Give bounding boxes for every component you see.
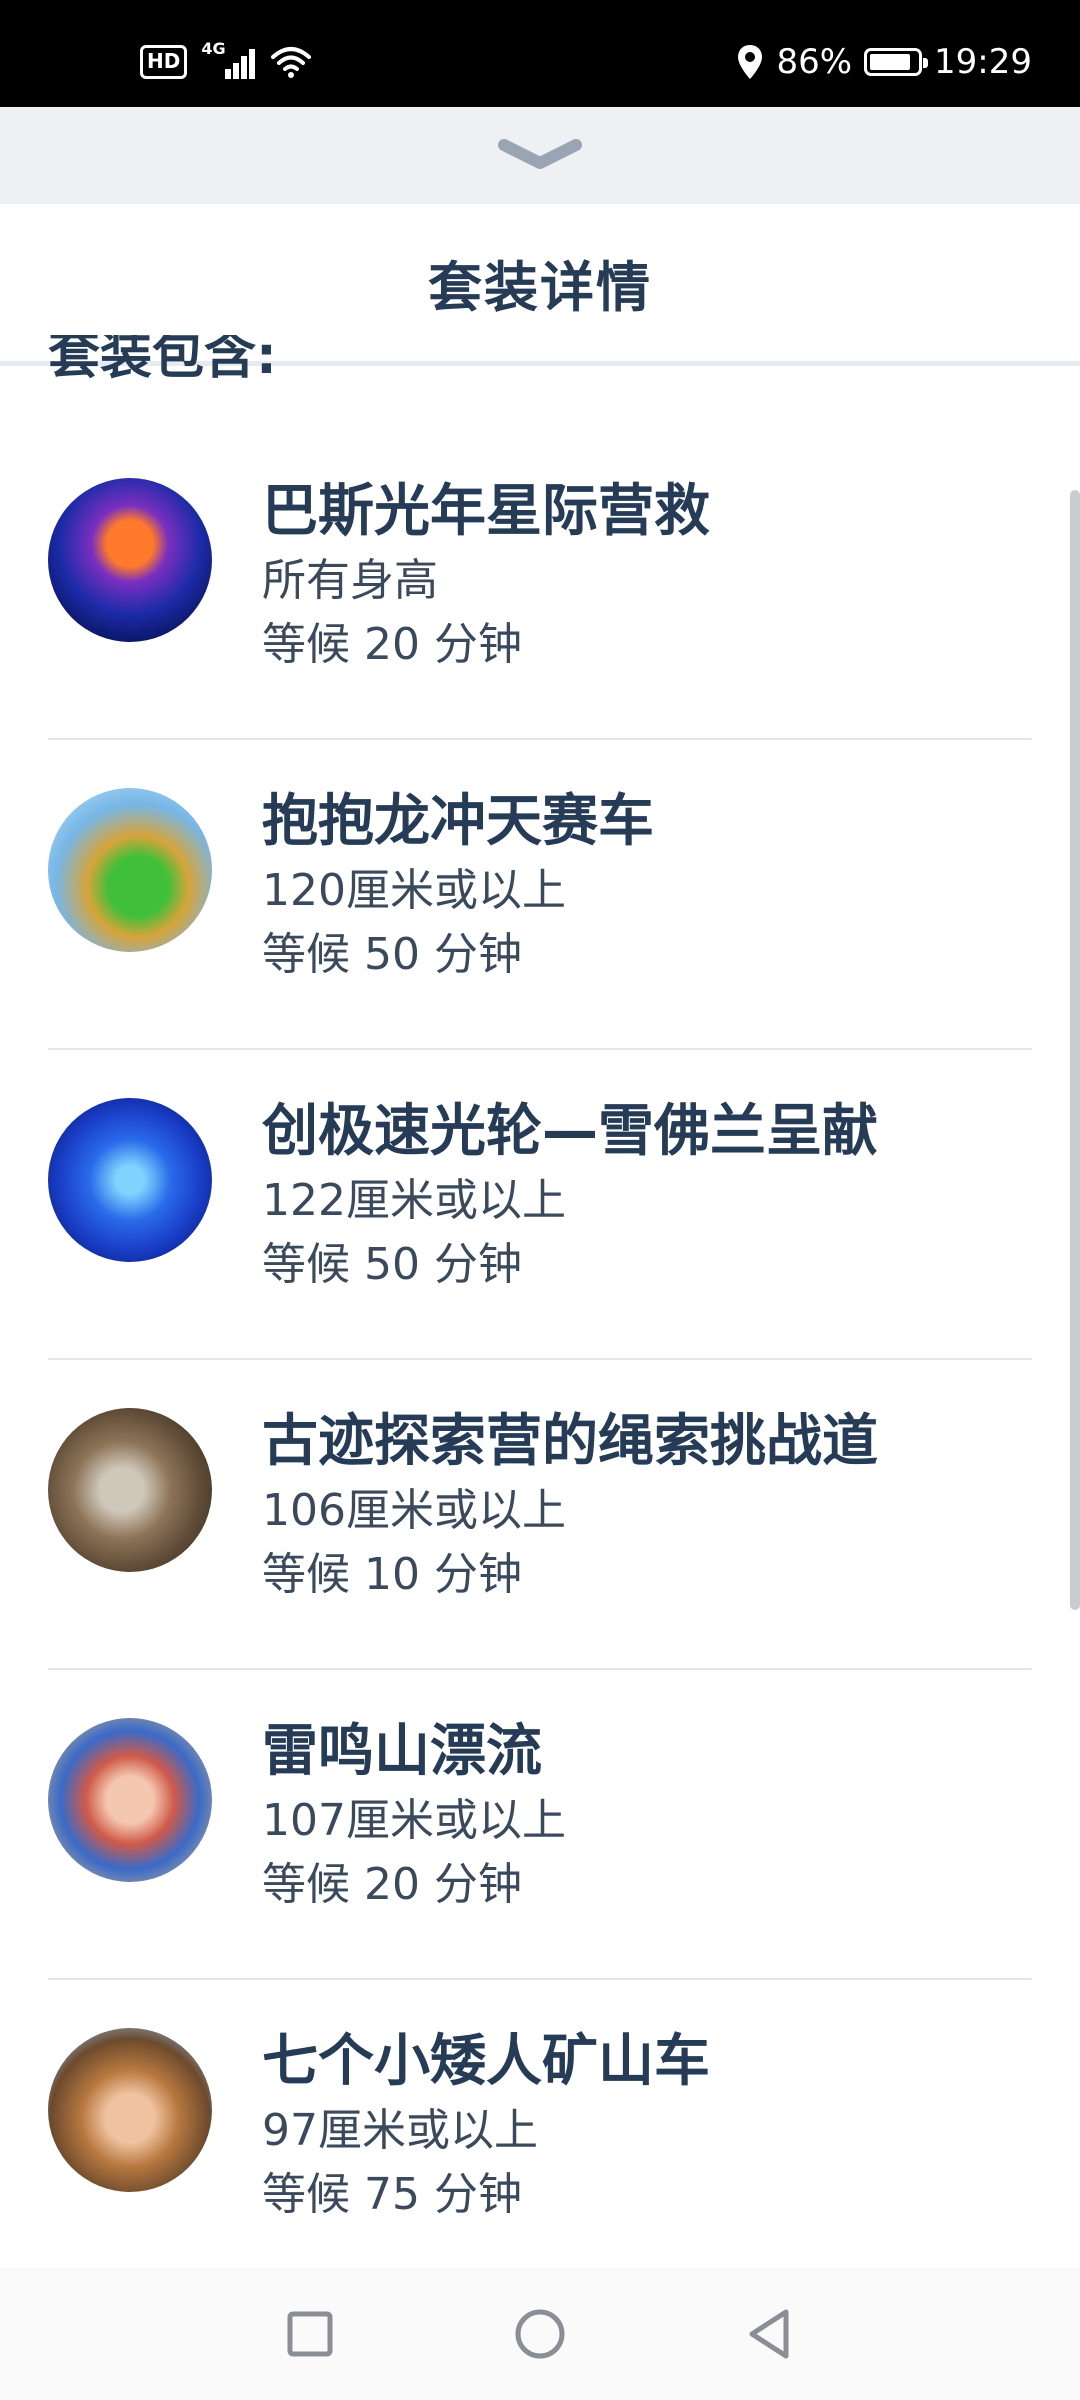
status-left-icons: HD 4G [140,39,313,82]
square-icon[interactable] [276,2300,344,2368]
height-requirement: 97厘米或以上 [262,2105,538,2156]
attraction-name: 抱抱龙冲天赛车 [262,789,654,854]
attraction-name: 巴斯光年星际营救 [262,479,710,544]
status-right-icons: 86% 19:29 [736,40,1032,84]
page-title: 套装详情 [428,256,652,319]
status-bar: HD 4G 86% 19:29 [0,0,1080,107]
attraction-name: 七个小矮人矿山车 [262,2029,710,2094]
section-heading: 套装包含: [48,335,277,386]
wait-time: 等候 10 分钟 [262,1549,522,1600]
attraction-thumbnail [48,1408,212,1572]
list-item[interactable]: 雷鸣山漂流 107厘米或以上 等候 20 分钟 [0,1670,1080,1980]
wait-time: 等候 75 分钟 [262,2169,522,2220]
list-item[interactable]: 七个小矮人矿山车 97厘米或以上 等候 75 分钟 [0,1980,1080,2290]
attraction-thumbnail [48,478,212,642]
chevron-down-icon[interactable] [498,137,582,173]
clock: 19:29 [934,42,1032,82]
hd-icon: HD [140,45,188,79]
location-icon [738,45,763,79]
height-requirement: 所有身高 [262,555,438,606]
attraction-list: 巴斯光年星际营救 所有身高 等候 20 分钟 抱抱龙冲天赛车 120厘米或以上 … [0,430,1080,2290]
attraction-name: 古迹探索营的绳索挑战道 [262,1409,878,1474]
sheet-drag-handle[interactable] [0,107,1080,204]
system-nav-bar [0,2268,1080,2400]
battery-icon [864,48,929,76]
circle-icon[interactable] [506,2300,574,2368]
attraction-thumbnail [48,1718,212,1882]
wait-time: 等候 50 分钟 [262,929,522,980]
wait-time: 等候 50 分钟 [262,1239,522,1290]
list-item[interactable]: 古迹探索营的绳索挑战道 106厘米或以上 等候 10 分钟 [0,1360,1080,1670]
wait-time: 等候 20 分钟 [262,619,522,670]
height-requirement: 107厘米或以上 [262,1795,566,1846]
scrollbar[interactable] [1070,490,1080,1610]
battery-percent: 86% [776,42,853,82]
list-item[interactable]: 抱抱龙冲天赛车 120厘米或以上 等候 50 分钟 [0,740,1080,1050]
triangle-back-icon[interactable] [736,2300,804,2368]
height-requirement: 106厘米或以上 [262,1485,566,1536]
height-requirement: 122厘米或以上 [262,1175,566,1226]
attraction-name: 创极速光轮—雪佛兰呈献 [262,1099,878,1164]
signal-icon: 4G [201,39,256,81]
network-type-label: 4G [201,39,226,58]
list-item[interactable]: 创极速光轮—雪佛兰呈献 122厘米或以上 等候 50 分钟 [0,1050,1080,1360]
height-requirement: 120厘米或以上 [262,865,566,916]
wifi-icon [271,47,312,78]
attraction-name: 雷鸣山漂流 [262,1719,542,1784]
attraction-thumbnail [48,2028,212,2192]
attraction-thumbnail [48,788,212,952]
wait-time: 等候 20 分钟 [262,1859,522,1910]
list-item[interactable]: 巴斯光年星际营救 所有身高 等候 20 分钟 [0,430,1080,740]
attraction-thumbnail [48,1098,212,1262]
